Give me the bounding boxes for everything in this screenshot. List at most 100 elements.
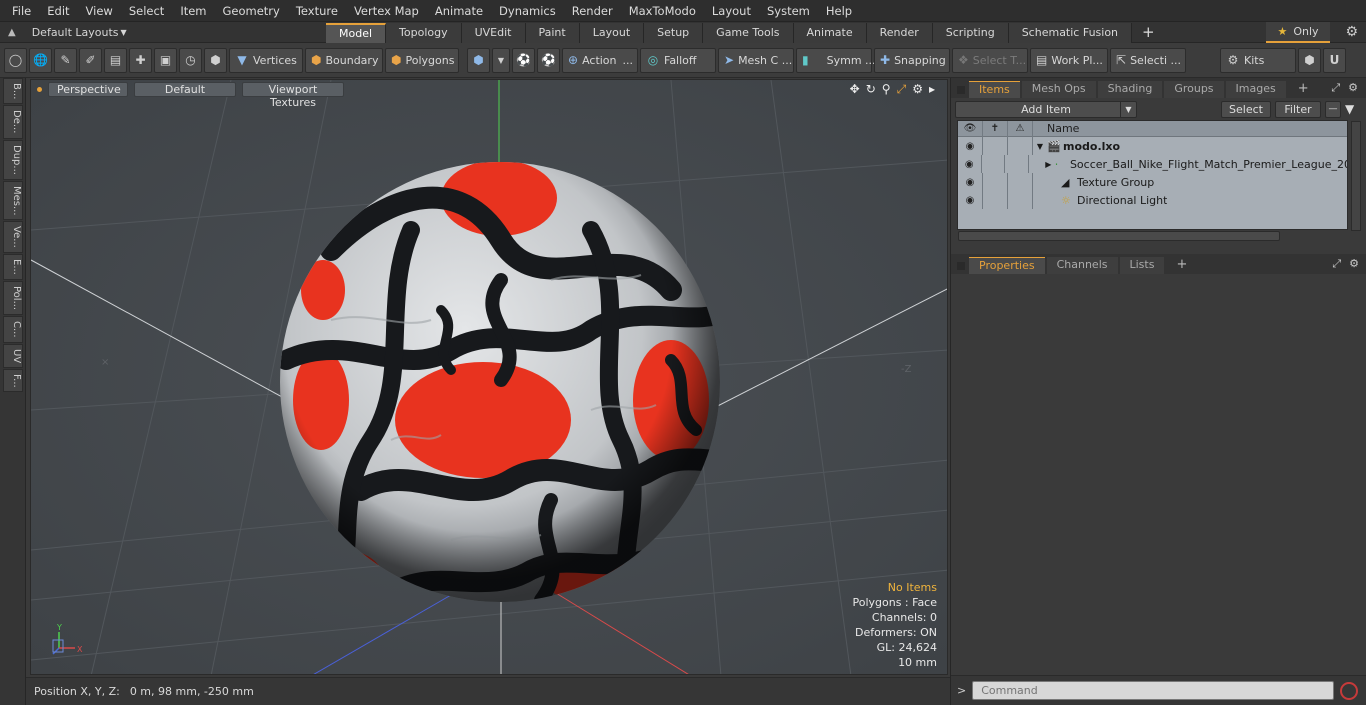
- tab-shading[interactable]: Shading: [1097, 81, 1163, 98]
- menu-texture[interactable]: Texture: [288, 0, 346, 22]
- funnel-filter-icon[interactable]: ▼: [1345, 102, 1354, 116]
- type-column-icon[interactable]: ⚠: [1008, 120, 1033, 137]
- material-dropdown-button[interactable]: ▼: [492, 47, 510, 73]
- vertical-scrollbar[interactable]: [1351, 121, 1361, 231]
- zoom-icon[interactable]: ⚲: [882, 82, 891, 97]
- unity-button[interactable]: ⬢: [1298, 47, 1321, 73]
- expand-right-icon[interactable]: ▶: [1042, 160, 1055, 169]
- play-arrow-icon[interactable]: ▸: [929, 82, 935, 97]
- layout-menu[interactable]: ▲ Default Layouts ▼: [0, 22, 326, 43]
- menu-render[interactable]: Render: [564, 0, 621, 22]
- tab-images[interactable]: Images: [1225, 81, 1286, 98]
- menu-select[interactable]: Select: [121, 0, 172, 22]
- menu-vertex-map[interactable]: Vertex Map: [346, 0, 427, 22]
- tab-schematic-fusion[interactable]: Schematic Fusion: [1008, 22, 1133, 43]
- menu-layout[interactable]: Layout: [704, 0, 759, 22]
- eye-icon[interactable]: ◉: [958, 155, 982, 173]
- action-center-button[interactable]: ⊕ Action...: [562, 47, 638, 73]
- tab-scripting[interactable]: Scripting: [932, 22, 1009, 43]
- material-mode-button[interactable]: ⬢: [467, 47, 490, 73]
- tab-mesh-ops[interactable]: Mesh Ops: [1021, 81, 1096, 98]
- frame-tool-button[interactable]: ▣: [154, 47, 177, 73]
- add-item-button[interactable]: Add Item ▼: [955, 100, 1137, 118]
- left-tab-basic[interactable]: B...: [3, 78, 23, 105]
- left-tab-curve[interactable]: C...: [3, 315, 23, 343]
- menu-maxtomodo[interactable]: MaxToModo: [621, 0, 704, 22]
- visibility-column-icon[interactable]: 👁: [958, 120, 983, 137]
- rotate-icon[interactable]: ↻: [866, 82, 876, 97]
- menu-help[interactable]: Help: [818, 0, 860, 22]
- panel-menu-dot-icon[interactable]: [957, 86, 965, 94]
- eye-icon[interactable]: ◉: [958, 191, 983, 209]
- menu-animate[interactable]: Animate: [427, 0, 491, 22]
- viewport-scene[interactable]: × -Z: [31, 80, 948, 675]
- lock-column-icon[interactable]: ✝: [983, 120, 1008, 137]
- tab-animate[interactable]: Animate: [793, 22, 867, 43]
- tab-properties[interactable]: Properties: [969, 257, 1045, 274]
- left-tab-polygon[interactable]: Pol...: [3, 280, 23, 315]
- ball-select-alt-button[interactable]: ⚽: [537, 47, 560, 73]
- left-tab-deform[interactable]: De...: [3, 105, 23, 139]
- add-panel-tab-icon[interactable]: +: [1288, 81, 1319, 98]
- command-expand-icon[interactable]: >: [957, 684, 966, 697]
- tab-items[interactable]: Items: [969, 81, 1020, 98]
- left-tab-duplicate[interactable]: Dup...: [3, 139, 23, 180]
- clock-tool-button[interactable]: ◷: [179, 47, 202, 73]
- item-list[interactable]: 👁 ✝ ⚠ Name ◉ ▼ 🎬 modo.lxo ◉ ▶ ⋅ Soccer_B…: [957, 120, 1361, 241]
- kits-button[interactable]: ⚙ Kits: [1220, 47, 1296, 73]
- tab-model[interactable]: Model: [326, 22, 387, 43]
- left-tab-vertex[interactable]: Ve...: [3, 221, 23, 254]
- pan-icon[interactable]: ✥: [850, 82, 860, 97]
- viewport-textures-dropdown[interactable]: Viewport Textures: [242, 82, 344, 109]
- only-toggle[interactable]: ★ Only: [1266, 22, 1330, 43]
- tab-groups[interactable]: Groups: [1164, 81, 1224, 98]
- menu-edit[interactable]: Edit: [39, 0, 77, 22]
- menu-file[interactable]: File: [4, 0, 39, 22]
- command-run-icon[interactable]: [1340, 681, 1359, 700]
- tab-paint[interactable]: Paint: [525, 22, 580, 43]
- mesh-constraints-button[interactable]: ➤ Mesh C ...: [718, 47, 794, 73]
- brush-tool-button[interactable]: ✐: [79, 47, 102, 73]
- eye-icon[interactable]: ◉: [958, 173, 983, 191]
- menu-geometry[interactable]: Geometry: [215, 0, 288, 22]
- tab-lists[interactable]: Lists: [1119, 257, 1165, 274]
- perspective-dropdown[interactable]: Perspective: [48, 82, 128, 97]
- panel-menu-dot-icon[interactable]: [957, 262, 965, 270]
- menu-item[interactable]: Item: [172, 0, 214, 22]
- gear-icon[interactable]: ⚙: [1345, 24, 1358, 40]
- shading-style-dropdown[interactable]: Default: [134, 82, 236, 97]
- tab-topology[interactable]: Topology: [386, 22, 462, 43]
- center-tool-button[interactable]: ✚: [129, 47, 152, 73]
- menu-view[interactable]: View: [78, 0, 121, 22]
- bridge-tool-button[interactable]: ▤: [104, 47, 127, 73]
- maximize-icon[interactable]: ⤢: [897, 82, 907, 97]
- tab-game-tools[interactable]: Game Tools: [703, 22, 794, 43]
- globe-tool-button[interactable]: 🌐: [29, 47, 52, 73]
- select-button[interactable]: Select: [1221, 100, 1271, 118]
- tab-layout[interactable]: Layout: [579, 22, 645, 43]
- collapse-minus-icon[interactable]: —: [1325, 100, 1341, 118]
- list-item[interactable]: ◉ ▶ ⋅ Soccer_Ball_Nike_Flight_Match_Prem…: [958, 155, 1347, 173]
- eye-icon[interactable]: ◉: [958, 137, 983, 155]
- panel-maximize-icon[interactable]: ⤢: [1331, 81, 1340, 95]
- add-tab-plus-icon[interactable]: +: [1132, 22, 1165, 43]
- expand-up-icon[interactable]: ▲: [8, 27, 16, 38]
- vertices-mode-button[interactable]: ▼ Vertices: [229, 47, 303, 73]
- falloff-button[interactable]: ◎ Falloff: [640, 47, 716, 73]
- item-mode-button[interactable]: ⬢: [204, 47, 227, 73]
- menu-dynamics[interactable]: Dynamics: [491, 0, 564, 22]
- panel-gear-icon[interactable]: ⚙: [1348, 81, 1358, 95]
- left-tab-edge[interactable]: E...: [3, 254, 23, 280]
- filter-button[interactable]: Filter: [1275, 100, 1321, 118]
- add-panel-tab-icon[interactable]: +: [1166, 257, 1197, 274]
- snapping-button[interactable]: ✚ Snapping: [874, 47, 950, 73]
- tab-setup[interactable]: Setup: [644, 22, 704, 43]
- horizontal-scrollbar[interactable]: [958, 231, 1280, 241]
- tab-render[interactable]: Render: [866, 22, 933, 43]
- viewport-menu-dot-icon[interactable]: [37, 87, 42, 92]
- list-item[interactable]: ◉ ◢ Texture Group: [958, 173, 1347, 191]
- left-tab-fusion[interactable]: F...: [3, 368, 23, 393]
- menu-system[interactable]: System: [759, 0, 818, 22]
- pen-tool-button[interactable]: ✎: [54, 47, 77, 73]
- left-tab-mesh-edit[interactable]: Mes...: [3, 180, 23, 221]
